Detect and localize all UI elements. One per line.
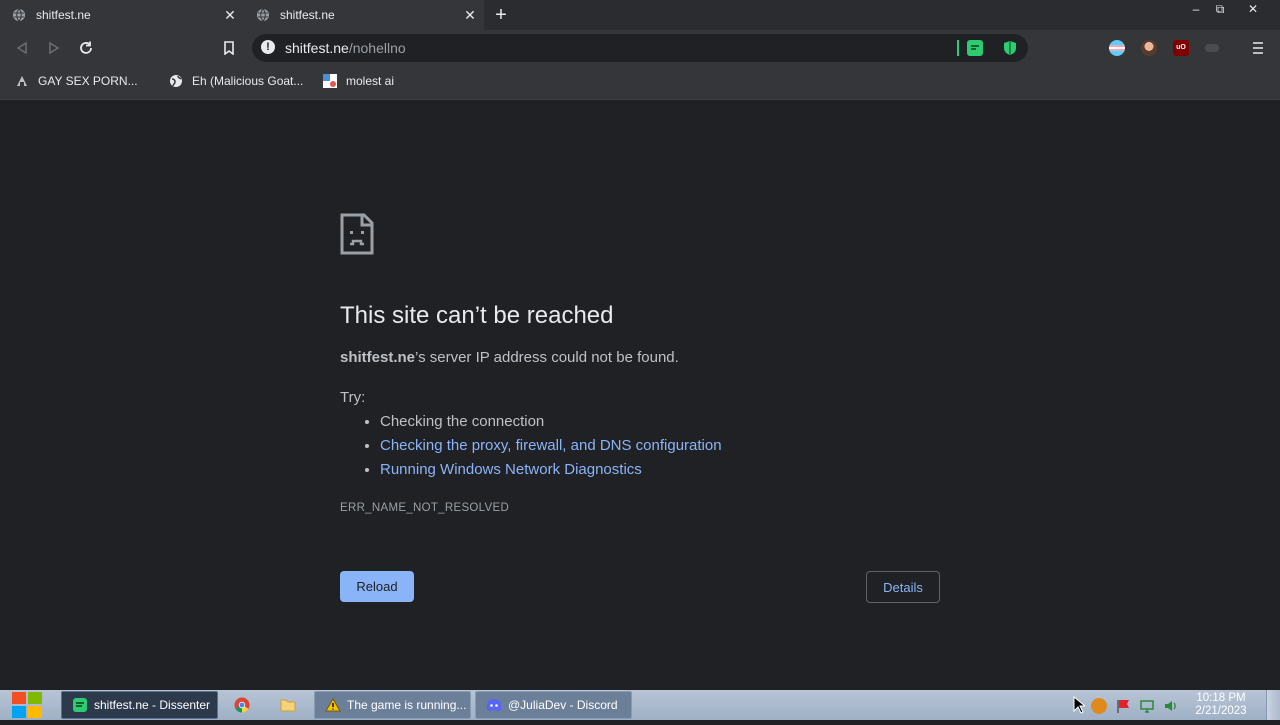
globe-icon — [12, 8, 26, 22]
new-tab-button[interactable]: + — [490, 5, 512, 25]
back-icon — [16, 41, 27, 55]
bookmark-icon — [224, 41, 234, 55]
refresh-icon — [80, 41, 92, 54]
sad-page-icon — [340, 213, 374, 260]
clock-date: 2/21/2023 — [1195, 705, 1247, 717]
bookmark-label: molest ai — [346, 74, 395, 88]
globe-icon — [256, 8, 270, 22]
window-close-button[interactable]: ✕ — [1238, 0, 1268, 18]
tray-app-icon[interactable] — [1091, 698, 1107, 714]
tab-2-close-icon[interactable]: ✕ — [462, 7, 478, 23]
tab-2[interactable]: shitfest.ne ✕ — [244, 0, 484, 30]
suggestion-text: Checking the connection — [380, 413, 545, 430]
error-code: ERR_NAME_NOT_RESOLVED — [340, 502, 510, 514]
start-button[interactable] — [10, 690, 44, 720]
taskbar-item-chrome[interactable] — [224, 691, 260, 719]
taskbar-item-game-warning[interactable]: The game is running... — [314, 691, 471, 719]
bookmark-item-3[interactable]: molest ai — [322, 73, 394, 89]
bookmark-item-1[interactable]: GAY SEX PORN... — [14, 73, 138, 89]
ublock-icon[interactable]: uO — [1173, 40, 1189, 56]
bookmark-label: GAY SEX PORN... — [38, 74, 138, 88]
discord-icon — [486, 697, 502, 713]
trans-flag-icon[interactable] — [1109, 40, 1125, 56]
try-label: Try: — [340, 389, 366, 406]
tab-2-title: shitfest.ne — [280, 8, 335, 22]
back-button[interactable] — [12, 38, 32, 58]
network-icon[interactable] — [1139, 698, 1155, 714]
bookmark-label: Eh (Malicious Goat... — [192, 74, 304, 88]
forward-button[interactable] — [44, 38, 64, 58]
clock[interactable]: 10:18 PM 2/21/2023 — [1188, 692, 1254, 718]
bookmark-page-button[interactable] — [219, 38, 239, 58]
clock-time: 10:18 PM — [1196, 692, 1246, 704]
warning-icon — [325, 697, 341, 713]
bookmark-site-icon — [14, 73, 30, 89]
taskbar-item-dissenter[interactable]: shitfest.ne - Dissenter — [61, 691, 218, 719]
taskbar-item-label: shitfest.ne - Dissenter — [94, 698, 211, 712]
suggestion-item[interactable]: Running Windows Network Diagnostics — [380, 460, 722, 484]
dissenter-comment-icon[interactable] — [967, 40, 983, 56]
error-host: shitfest.ne — [340, 349, 416, 366]
tab-1-title: shitfest.ne — [36, 8, 91, 22]
url-path: /nohellno — [348, 40, 406, 56]
dissenter-icon — [72, 697, 88, 713]
globe-icon — [168, 73, 184, 89]
error-message: shitfest.ne’s server IP address could no… — [340, 349, 679, 366]
taskbar-item-explorer[interactable] — [270, 691, 306, 719]
details-button[interactable]: Details — [866, 571, 940, 603]
suggestion-list: Checking the connection Checking the pro… — [364, 412, 722, 484]
taskbar-item-label: @JuliaDev - Discord — [508, 698, 618, 712]
menu-icon[interactable] — [1251, 40, 1265, 56]
folder-icon — [280, 697, 296, 713]
tab-1[interactable]: shitfest.ne ✕ — [0, 0, 244, 30]
url-host: shitfest.ne — [285, 40, 349, 56]
error-title: This site can’t be reached — [340, 302, 614, 329]
show-desktop-button[interactable] — [1266, 690, 1280, 720]
chrome-icon — [234, 697, 250, 713]
url-text[interactable]: shitfest.ne/nohellno — [285, 40, 406, 56]
reload-button[interactable]: Reload — [340, 571, 414, 602]
shield-icon[interactable] — [1003, 40, 1017, 56]
error-message-rest: ’s server IP address could not be found. — [415, 349, 679, 366]
suggestion-item[interactable]: Checking the proxy, firewall, and DNS co… — [380, 436, 722, 460]
disabled-extension-icon[interactable] — [1205, 44, 1219, 52]
bookmark-site-icon — [322, 73, 338, 89]
avatar-icon[interactable] — [1141, 40, 1157, 56]
volume-icon[interactable] — [1163, 698, 1179, 714]
info-icon[interactable]: ! — [261, 40, 275, 54]
proxy-firewall-dns-link[interactable]: Checking the proxy, firewall, and DNS co… — [380, 437, 722, 454]
forward-icon — [49, 41, 60, 55]
mouse-cursor-icon — [1073, 695, 1087, 714]
restore-button[interactable]: ⧉ — [1205, 0, 1235, 18]
reload-page-button[interactable] — [76, 38, 96, 58]
bookmark-item-2[interactable]: Eh (Malicious Goat... — [168, 73, 303, 89]
windows-logo-icon — [12, 692, 42, 718]
taskbar-item-discord[interactable]: @JuliaDev - Discord — [475, 691, 632, 719]
suggestion-item: Checking the connection — [380, 412, 722, 436]
divider — [957, 40, 959, 56]
action-center-flag-icon[interactable] — [1115, 698, 1131, 714]
network-diagnostics-link[interactable]: Running Windows Network Diagnostics — [380, 461, 642, 478]
tab-1-close-icon[interactable]: ✕ — [222, 7, 238, 23]
taskbar-item-label: The game is running... — [347, 698, 467, 712]
